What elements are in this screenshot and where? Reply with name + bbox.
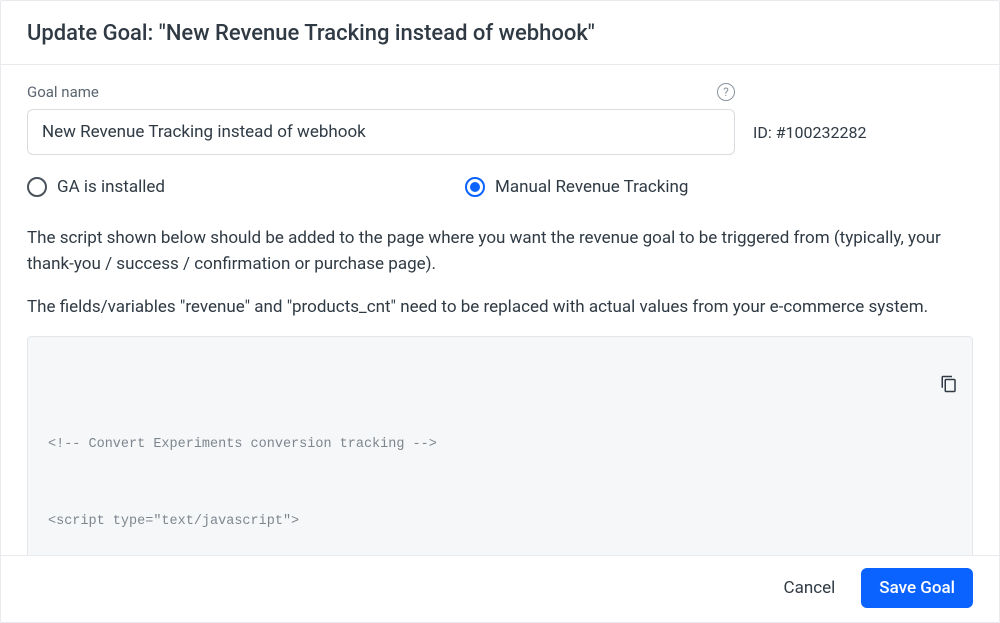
radio-manual-revenue-tracking[interactable]: Manual Revenue Tracking bbox=[465, 177, 688, 197]
radio-label-ga: GA is installed bbox=[57, 177, 165, 197]
modal-body: Goal name ? ID: #100232282 GA is install… bbox=[1, 65, 999, 555]
radio-icon bbox=[27, 177, 47, 197]
modal-footer: Cancel Save Goal bbox=[1, 555, 999, 622]
goal-name-input[interactable] bbox=[27, 109, 735, 155]
tracking-code-block[interactable]: <!-- Convert Experiments conversion trac… bbox=[27, 336, 973, 555]
copy-icon bbox=[940, 375, 958, 393]
goal-name-label: Goal name bbox=[27, 83, 99, 101]
goal-id-text: ID: #100232282 bbox=[753, 123, 866, 142]
instruction-paragraph-2: The fields/variables "revenue" and "prod… bbox=[27, 294, 973, 320]
goal-name-label-row: Goal name ? bbox=[27, 83, 735, 101]
help-icon[interactable]: ? bbox=[717, 83, 735, 101]
modal-header: Update Goal: "New Revenue Tracking inste… bbox=[1, 1, 999, 65]
save-goal-button[interactable]: Save Goal bbox=[861, 568, 973, 608]
goal-name-input-wrap bbox=[27, 109, 735, 155]
code-line: <script type="text/javascript"> bbox=[48, 509, 952, 535]
modal-title: Update Goal: "New Revenue Tracking inste… bbox=[27, 21, 973, 46]
cancel-button[interactable]: Cancel bbox=[778, 568, 842, 608]
radio-ga-installed[interactable]: GA is installed bbox=[27, 177, 447, 197]
radio-label-manual: Manual Revenue Tracking bbox=[495, 177, 688, 197]
radio-icon bbox=[465, 177, 485, 197]
copy-code-button[interactable] bbox=[875, 349, 958, 429]
modal-update-goal: Update Goal: "New Revenue Tracking inste… bbox=[0, 0, 1000, 623]
instruction-paragraph-1: The script shown below should be added t… bbox=[27, 225, 973, 278]
goal-name-row: ID: #100232282 bbox=[27, 109, 973, 155]
tracking-mode-radio-group: GA is installed Manual Revenue Tracking bbox=[27, 177, 973, 197]
code-line: <!-- Convert Experiments conversion trac… bbox=[48, 432, 952, 458]
